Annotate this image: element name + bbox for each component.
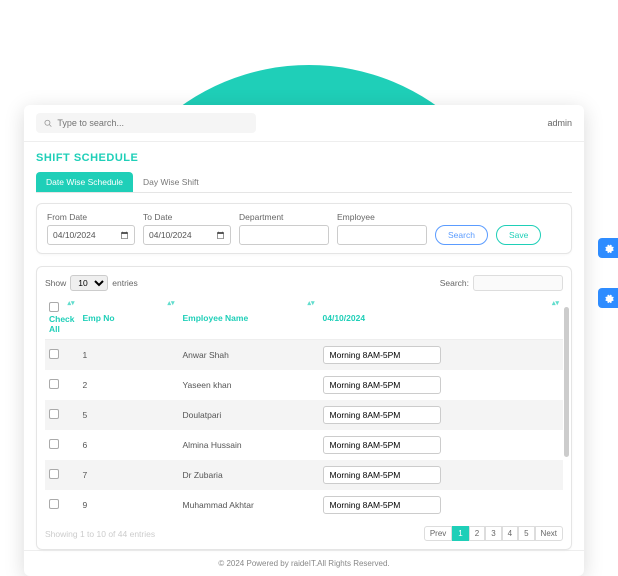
sort-icon: ▴▾ [307, 301, 314, 306]
employee-input[interactable] [337, 225, 427, 245]
table-row: 7Dr Zubaria [45, 460, 563, 490]
shift-input[interactable] [323, 406, 441, 424]
shift-input[interactable] [323, 496, 441, 514]
calendar-icon [120, 231, 129, 240]
page-1[interactable]: 1 [452, 526, 468, 541]
calendar-icon [216, 231, 225, 240]
to-date-input[interactable]: 04/10/2024 [143, 225, 231, 245]
gear-icon [603, 243, 614, 254]
from-date-label: From Date [47, 212, 135, 222]
pagination: Prev12345Next [424, 526, 563, 541]
table-search-input[interactable] [473, 275, 563, 291]
search-button[interactable]: Search [435, 225, 488, 245]
cell-emp-no: 2 [79, 370, 179, 400]
row-checkbox[interactable] [49, 349, 59, 359]
scrollbar[interactable] [564, 307, 569, 457]
row-checkbox[interactable] [49, 379, 59, 389]
page-prev[interactable]: Prev [424, 526, 452, 541]
page-next[interactable]: Next [535, 526, 563, 541]
page-5[interactable]: 5 [518, 526, 534, 541]
cell-emp-no: 7 [79, 460, 179, 490]
cell-emp-no: 1 [79, 340, 179, 371]
table-controls: Show 10 entries Search: [45, 275, 563, 291]
department-label: Department [239, 212, 329, 222]
cell-name: Dr Zubaria [179, 460, 319, 490]
shift-input[interactable] [323, 346, 441, 364]
employee-field: Employee [337, 212, 427, 245]
from-date-input[interactable]: 04/10/2024 [47, 225, 135, 245]
sort-icon: ▴▾ [67, 301, 74, 306]
cell-emp-no: 5 [79, 400, 179, 430]
settings-widget-1[interactable] [598, 238, 618, 258]
table-row: 2Yaseen khan [45, 370, 563, 400]
sort-icon: ▴▾ [552, 301, 559, 306]
entries-label: entries [112, 278, 138, 288]
sort-icon: ▴▾ [167, 301, 174, 306]
cell-name: Muhammad Akhtar [179, 490, 319, 520]
table-footer: Showing 1 to 10 of 44 entries Prev12345N… [45, 526, 563, 541]
page-2[interactable]: 2 [469, 526, 485, 541]
department-field: Department [239, 212, 329, 245]
to-date-value: 04/10/2024 [149, 230, 192, 240]
table-search: Search: [440, 275, 563, 291]
global-search[interactable] [36, 113, 256, 133]
global-search-input[interactable] [57, 118, 248, 128]
from-date-field: From Date 04/10/2024 [47, 212, 135, 245]
page-title: SHIFT SCHEDULE [36, 152, 572, 164]
shift-input[interactable] [323, 376, 441, 394]
from-date-value: 04/10/2024 [53, 230, 96, 240]
shift-input[interactable] [323, 466, 441, 484]
th-check-all[interactable]: Check All▴▾ [45, 297, 79, 340]
table-row: 1Anwar Shah [45, 340, 563, 371]
app-window: admin SHIFT SCHEDULE Date Wise Schedule … [24, 105, 584, 576]
th-date[interactable]: 04/10/2024▴▾ [319, 297, 563, 340]
table-row: 9Muhammad Akhtar [45, 490, 563, 520]
to-date-label: To Date [143, 212, 231, 222]
settings-widget-2[interactable] [598, 288, 618, 308]
th-emp-no[interactable]: Emp No▴▾ [79, 297, 179, 340]
topbar: admin [24, 105, 584, 142]
user-label[interactable]: admin [547, 118, 572, 128]
cell-name: Almina Hussain [179, 430, 319, 460]
row-checkbox[interactable] [49, 439, 59, 449]
row-checkbox[interactable] [49, 409, 59, 419]
cell-name: Doulatpari [179, 400, 319, 430]
table-search-label: Search: [440, 278, 469, 288]
row-checkbox[interactable] [49, 469, 59, 479]
tabs: Date Wise Schedule Day Wise Shift [36, 172, 572, 193]
row-checkbox[interactable] [49, 499, 59, 509]
tab-date-wise[interactable]: Date Wise Schedule [36, 172, 133, 192]
showing-text: Showing 1 to 10 of 44 entries [45, 529, 155, 539]
show-label: Show [45, 278, 66, 288]
shift-input[interactable] [323, 436, 441, 454]
checkbox-icon[interactable] [49, 302, 59, 312]
th-name[interactable]: Employee Name▴▾ [179, 297, 319, 340]
show-entries: Show 10 entries [45, 275, 138, 291]
table-row: 5Doulatpari [45, 400, 563, 430]
department-input[interactable] [239, 225, 329, 245]
employee-label: Employee [337, 212, 427, 222]
save-button[interactable]: Save [496, 225, 541, 245]
table-card: Show 10 entries Search: Check All▴▾ Emp … [36, 266, 572, 550]
gear-icon [603, 293, 614, 304]
filters-card: From Date 04/10/2024 To Date 04/10/2024 … [36, 203, 572, 254]
to-date-field: To Date 04/10/2024 [143, 212, 231, 245]
schedule-table: Check All▴▾ Emp No▴▾ Employee Name▴▾ 04/… [45, 297, 563, 520]
app-footer: © 2024 Powered by raideIT.All Rights Res… [24, 550, 584, 576]
cell-emp-no: 6 [79, 430, 179, 460]
page-4[interactable]: 4 [502, 526, 518, 541]
cell-name: Yaseen khan [179, 370, 319, 400]
page-size-select[interactable]: 10 [70, 275, 108, 291]
page-3[interactable]: 3 [485, 526, 501, 541]
cell-name: Anwar Shah [179, 340, 319, 371]
tab-day-wise[interactable]: Day Wise Shift [133, 172, 209, 192]
search-icon [44, 119, 52, 128]
cell-emp-no: 9 [79, 490, 179, 520]
table-row: 6Almina Hussain [45, 430, 563, 460]
